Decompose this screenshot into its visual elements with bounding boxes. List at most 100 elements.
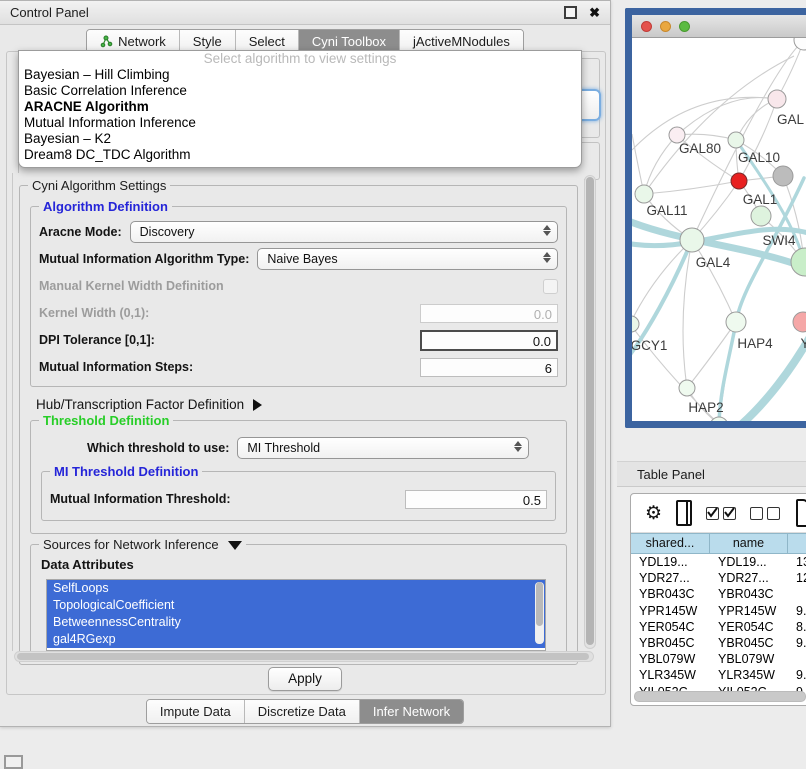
list-item[interactable]: SelfLoops (47, 580, 545, 597)
table-cell[interactable]: YBR043C (710, 586, 788, 602)
dpi-tolerance-label: DPI Tolerance [0,1]: (39, 333, 155, 347)
bottom-tab-row: Impute Data Discretize Data Infer Networ… (0, 699, 610, 724)
mi-threshold-definition-group: MI Threshold Definition Mutual Informati… (41, 471, 556, 521)
table-cell[interactable]: YPR145W (631, 603, 710, 619)
node-gal1[interactable] (751, 206, 771, 226)
node-gal11[interactable] (635, 185, 653, 203)
table-horizontal-scrollbar[interactable] (634, 691, 806, 702)
dropdown-item-selected[interactable]: ARACNE Algorithm (19, 99, 581, 115)
spinner-arrows-icon (543, 225, 551, 236)
close-icon[interactable]: ✖ (589, 6, 600, 19)
settings-horizontal-scrollbar[interactable] (14, 651, 594, 662)
node-swi4[interactable] (791, 248, 806, 276)
select-all-icon[interactable] (706, 507, 736, 520)
table-cell[interactable]: YDL19... (710, 554, 788, 570)
table-cell[interactable]: YBL079W (631, 651, 710, 667)
close-traffic-light-icon[interactable] (641, 21, 652, 32)
minimize-traffic-light-icon[interactable] (660, 21, 671, 32)
node-gal10[interactable] (728, 132, 744, 148)
table-cell[interactable]: YDR27... (631, 570, 710, 586)
group-title: Threshold Definition (39, 413, 173, 428)
dropdown-item[interactable]: Mutual Information Inference (19, 115, 581, 131)
hub-definition-toggle[interactable]: Hub/Transcription Factor Definition (36, 397, 571, 412)
node-label: GAL11 (646, 203, 687, 218)
node-label: GCY1 (632, 338, 667, 353)
table-cell[interactable]: 9. (788, 635, 806, 651)
network-canvas[interactable]: GAL GAL80 GAL10 GAL1 GAL11 SWI4 GAL4 GCY… (632, 38, 806, 421)
table-cell[interactable]: YPR145W (710, 603, 788, 619)
kernel-width-label: Kernel Width (0,1): (39, 306, 149, 320)
table-cell[interactable]: 9. (788, 603, 806, 619)
tab-discretize-data[interactable]: Discretize Data (244, 700, 359, 723)
gear-icon[interactable]: ⚙ (645, 504, 662, 523)
table-panel-title: Table Panel (637, 467, 705, 482)
table-cell[interactable]: YBR045C (710, 635, 788, 651)
table-cell[interactable]: YBL079W (710, 651, 788, 667)
control-panel-titlebar: Control Panel ✖ (0, 1, 610, 25)
dropdown-item[interactable]: Bayesian – Hill Climbing (19, 67, 581, 83)
node-salmon[interactable] (793, 312, 806, 332)
table-cell[interactable]: YLR345W (631, 667, 710, 683)
column-header[interactable]: name (710, 533, 788, 554)
deselect-all-icon[interactable] (750, 507, 780, 520)
table-cell[interactable]: YLR345W (710, 667, 788, 683)
apply-button[interactable]: Apply (268, 667, 342, 691)
table-cell[interactable]: 12 (788, 570, 806, 586)
tab-label: Cyni Toolbox (312, 34, 386, 49)
list-item[interactable]: gal4RGexp (47, 631, 545, 648)
table-cell[interactable]: 13 (788, 554, 806, 570)
table-cell[interactable]: 9. (788, 667, 806, 683)
list-item[interactable]: BetweennessCentrality (47, 614, 545, 631)
table-cell[interactable]: YDL19... (631, 554, 710, 570)
table-cell[interactable]: YER054C (710, 619, 788, 635)
table-cell[interactable] (788, 651, 806, 667)
list-item[interactable]: TopologicalCoefficient (47, 597, 545, 614)
column-header[interactable]: shared... (631, 533, 710, 554)
table-panel: ⚙ shared... name YDL19... YDL19... 13 YD… (630, 493, 806, 706)
table-cell[interactable] (788, 586, 806, 602)
export-table-icon[interactable] (796, 499, 806, 527)
node-gal4[interactable] (680, 228, 704, 252)
node-gcy1[interactable] (632, 316, 639, 332)
tab-label: Network (118, 34, 166, 49)
kernel-width-field[interactable]: 0.0 (420, 304, 558, 323)
tab-label: Infer Network (373, 704, 450, 719)
manual-kernel-checkbox[interactable] (543, 279, 558, 294)
column-header[interactable] (788, 533, 806, 554)
dpi-tolerance-field[interactable]: 0.0 (420, 330, 558, 351)
network-graph: GAL GAL80 GAL10 GAL1 GAL11 SWI4 GAL4 GCY… (632, 38, 806, 421)
float-window-icon[interactable] (564, 6, 577, 19)
dropdown-item[interactable]: Bayesian – K2 (19, 131, 581, 147)
aracne-mode-combobox[interactable]: Discovery (130, 221, 558, 243)
node[interactable] (768, 90, 786, 108)
mi-steps-field[interactable]: 6 (420, 358, 558, 377)
zoom-traffic-light-icon[interactable] (679, 21, 690, 32)
combobox-value: Naive Bayes (267, 252, 337, 266)
table-cell[interactable]: YER054C (631, 619, 710, 635)
columns-icon[interactable] (676, 500, 692, 526)
mi-threshold-label: Mutual Information Threshold: (50, 492, 231, 506)
which-threshold-combobox[interactable]: MI Threshold (237, 437, 529, 459)
table-cell[interactable]: 8. (788, 619, 806, 635)
table-cell[interactable]: YBR043C (631, 586, 710, 602)
sources-toggle[interactable]: Sources for Network Inference (39, 537, 246, 552)
node-hap2[interactable] (679, 380, 695, 396)
mi-type-combobox[interactable]: Naive Bayes (257, 248, 558, 270)
node-hap4[interactable] (726, 312, 746, 332)
tab-infer-network[interactable]: Infer Network (359, 700, 463, 723)
list-scrollbar[interactable] (535, 582, 544, 644)
node-gray[interactable] (773, 166, 793, 186)
sources-group: Sources for Network Inference Data Attri… (30, 544, 567, 660)
dropdown-item[interactable]: Basic Correlation Inference (19, 83, 581, 99)
tab-impute-data[interactable]: Impute Data (147, 700, 244, 723)
table-panel-titlebar: Table Panel (617, 461, 806, 487)
dropdown-item[interactable]: Dream8 DC_TDC Algorithm (19, 147, 581, 163)
node-red-selected[interactable] (731, 173, 747, 189)
settings-vertical-scrollbar[interactable] (584, 175, 596, 649)
table-cell[interactable]: YBR045C (631, 635, 710, 651)
mi-threshold-field[interactable]: 0.5 (405, 490, 547, 509)
table-toolbar: ⚙ (631, 494, 806, 533)
which-threshold-label: Which threshold to use: (87, 441, 229, 455)
table-cell[interactable]: YDR27... (710, 570, 788, 586)
minimized-panel-icon[interactable] (4, 755, 23, 769)
